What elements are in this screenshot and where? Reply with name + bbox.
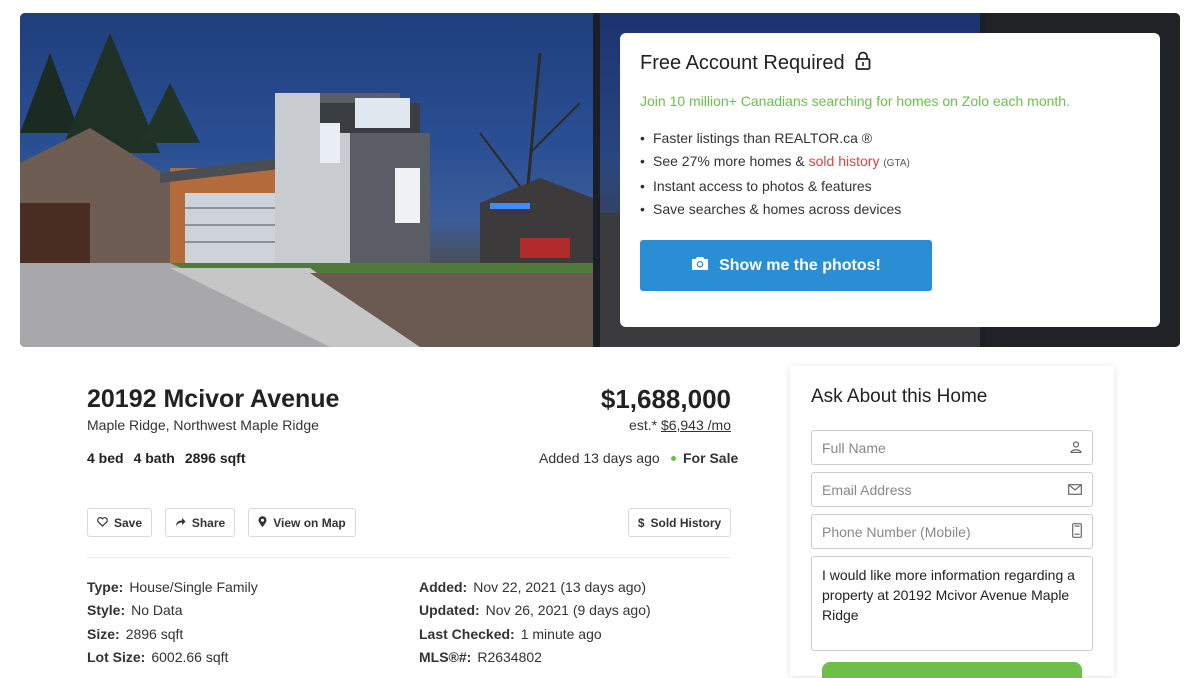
estimated-mortgage: est.* $6,943 /mo: [629, 417, 731, 433]
listing-area: Maple Ridge, Northwest Maple Ridge: [87, 417, 319, 433]
phone-field[interactable]: Phone Number (Mobile): [811, 514, 1093, 549]
spec-label: Last Checked:: [419, 626, 515, 642]
share-button[interactable]: Share: [165, 508, 235, 537]
camera-icon: [691, 256, 709, 276]
show-photos-label: Show me the photos!: [719, 256, 881, 274]
share-arrow-icon: [175, 516, 186, 530]
benefit-item: See 27% more homes & sold history (GTA): [640, 150, 1140, 175]
save-label: Save: [113, 515, 143, 530]
spec-value: Nov 22, 2021 (13 days ago): [473, 579, 646, 595]
free-account-title-text: Free Account Required: [640, 52, 845, 74]
save-button[interactable]: Save: [87, 508, 152, 537]
benefits-list: Faster listings than REALTOR.ca ® See 27…: [640, 127, 1140, 221]
ask-about-home-form: Ask About this Home Full Name Email Addr…: [790, 366, 1114, 678]
section-divider: [87, 557, 731, 558]
spec-label: Style:: [87, 602, 126, 618]
listing-stats: 4 bed 4 bath 2896 sqft: [87, 450, 246, 466]
spec-style: Style: No Data: [87, 602, 182, 618]
spec-label: Size:: [87, 626, 120, 642]
benefit-text: See 27% more homes &: [653, 153, 809, 169]
spec-lot-size: Lot Size: 6002.66 sqft: [87, 649, 228, 665]
benefit-item: Faster listings than REALTOR.ca ®: [640, 127, 1140, 150]
spec-value: No Data: [131, 602, 183, 618]
share-label: Share: [191, 515, 226, 530]
dollar-icon: $: [637, 515, 645, 530]
spec-size: Size: 2896 sqft: [87, 626, 183, 642]
submit-button[interactable]: [822, 662, 1082, 678]
spec-value: 2896 sqft: [125, 626, 184, 642]
spec-mls: MLS®#: R2634802: [419, 649, 542, 665]
free-account-card: Free Account Required Join 10 million+ C…: [620, 33, 1160, 327]
bath-count: 4 bath: [133, 450, 175, 466]
mortgage-link[interactable]: $6,943 /mo: [661, 417, 731, 433]
spec-value: 6002.66 sqft: [151, 649, 229, 665]
spec-label: Lot Size:: [87, 649, 146, 665]
spec-value: R2634802: [477, 649, 542, 665]
show-photos-button[interactable]: Show me the photos!: [640, 240, 932, 291]
spec-type: Type: House/Single Family: [87, 579, 258, 595]
phone-placeholder: Phone Number (Mobile): [822, 523, 971, 540]
listing-photo-main[interactable]: [20, 13, 593, 347]
person-icon: [1070, 440, 1082, 456]
spec-label: Type:: [87, 579, 124, 595]
full-name-placeholder: Full Name: [822, 439, 886, 456]
free-account-title: Free Account Required: [640, 51, 1140, 76]
sold-history-label: Sold History: [650, 515, 722, 530]
spec-value: House/Single Family: [129, 579, 258, 595]
lock-icon: [855, 51, 871, 76]
heart-icon: [97, 516, 108, 530]
benefit-item: Save searches & homes across devices: [640, 198, 1140, 221]
status-dot-icon: [671, 455, 676, 461]
bed-count: 4 bed: [87, 450, 124, 466]
status-badge: For Sale: [671, 450, 738, 466]
benefit-text: Instant access to photos & features: [653, 178, 872, 194]
listing-price: $1,688,000: [600, 384, 731, 414]
gta-note: (GTA): [883, 158, 910, 169]
spec-label: Added:: [419, 579, 468, 595]
listing-address: 20192 Mcivor Avenue: [87, 385, 340, 413]
status-label: For Sale: [683, 450, 739, 466]
map-pin-icon: [258, 515, 267, 530]
benefit-item: Instant access to photos & features: [640, 175, 1140, 198]
spec-value: Nov 26, 2021 (9 days ago): [485, 602, 651, 618]
view-on-map-button[interactable]: View on Map: [248, 508, 356, 537]
sqft-count: 2896 sqft: [184, 450, 246, 466]
free-account-subtitle: Join 10 million+ Canadians searching for…: [640, 93, 1070, 109]
spec-value: 1 minute ago: [520, 626, 602, 642]
sold-history-highlight: sold history: [808, 153, 880, 169]
spec-updated: Updated: Nov 26, 2021 (9 days ago): [419, 602, 651, 618]
photo-gallery[interactable]: Free Account Required Join 10 million+ C…: [20, 13, 1180, 347]
message-textarea[interactable]: I would like more information regarding …: [811, 556, 1093, 651]
benefit-text: Faster listings than REALTOR.ca ®: [653, 130, 873, 146]
email-placeholder: Email Address: [822, 481, 912, 498]
email-field[interactable]: Email Address: [811, 472, 1093, 507]
added-ago: Added 13 days ago: [539, 450, 660, 466]
spec-label: MLS®#:: [419, 649, 472, 665]
benefit-text: Save searches & homes across devices: [653, 201, 902, 217]
est-prefix: est.*: [629, 417, 658, 433]
spec-label: Updated:: [419, 602, 480, 618]
spec-last-checked: Last Checked: 1 minute ago: [419, 626, 602, 642]
spec-added: Added: Nov 22, 2021 (13 days ago): [419, 579, 646, 595]
full-name-field[interactable]: Full Name: [811, 430, 1093, 465]
envelope-icon: [1068, 482, 1082, 498]
sold-history-button[interactable]: $ Sold History: [628, 508, 731, 537]
mobile-phone-icon: [1072, 522, 1082, 541]
form-title: Ask About this Home: [811, 386, 988, 407]
map-label: View on Map: [273, 515, 346, 530]
